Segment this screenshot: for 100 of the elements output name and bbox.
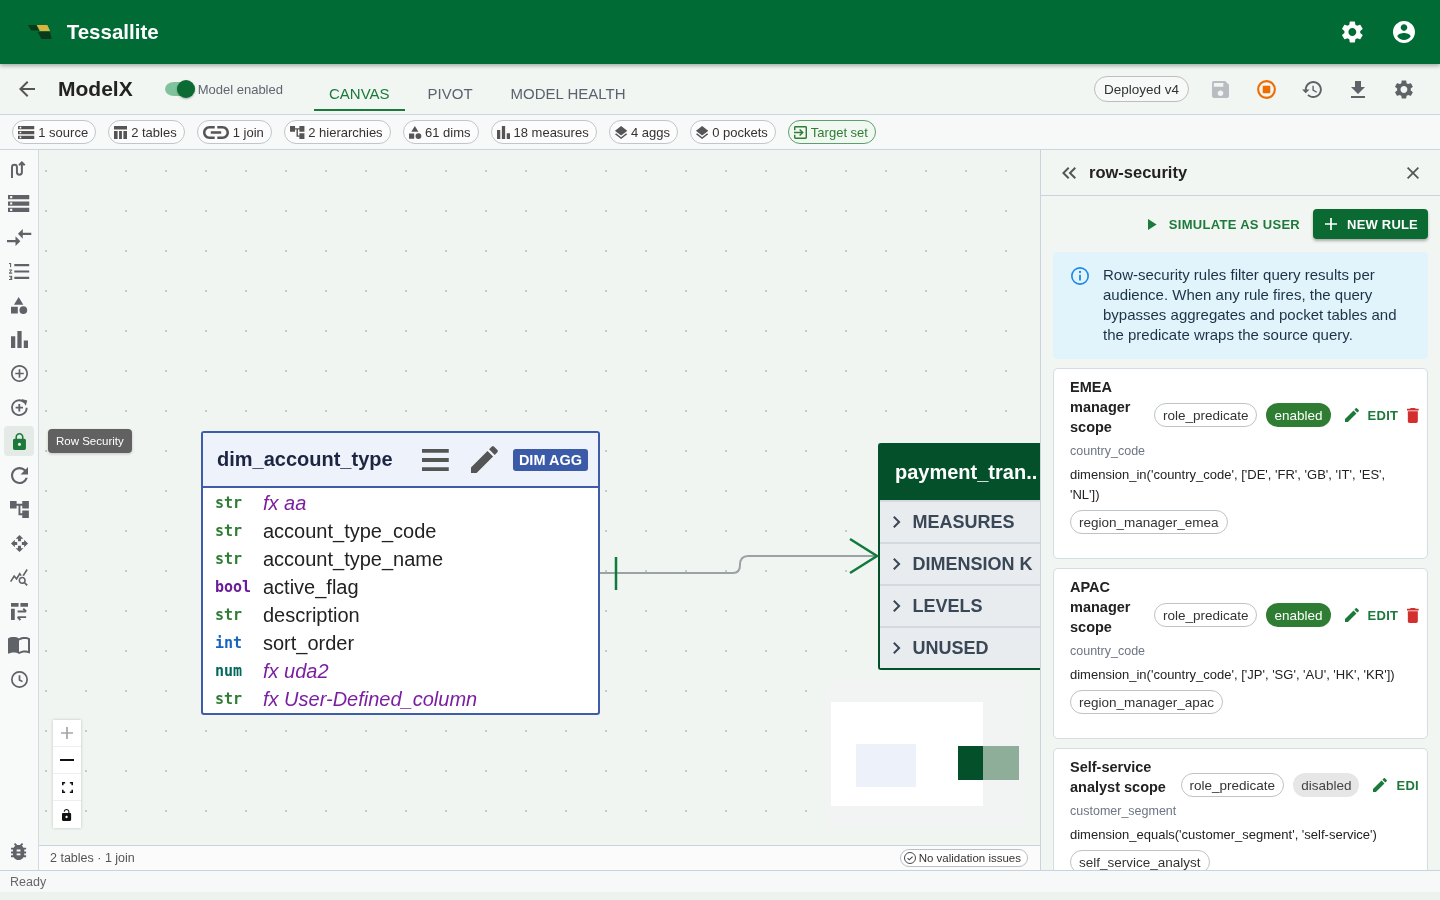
logo-icon [28, 25, 52, 39]
rule-dimension: country_code [1070, 443, 1147, 460]
column-type: int [215, 634, 244, 652]
column-name: fx aa [263, 491, 307, 515]
pencil-icon [1344, 408, 1359, 422]
tab[interactable]: MODEL HEALTH [495, 64, 641, 111]
close-icon[interactable] [1407, 166, 1419, 179]
pencil-icon[interactable] [470, 446, 498, 473]
summary-chip[interactable]: 2 hierarchies [283, 120, 391, 144]
plus-icon [1325, 218, 1338, 230]
route-icon [11, 160, 27, 178]
edit-button[interactable]: EDI [1368, 777, 1419, 793]
node-title: dim_account_type [217, 448, 394, 471]
rule-name: APAC manager scope [1070, 578, 1132, 637]
deploy-status-chip: Deployed v4 [1093, 76, 1189, 102]
clock-icon [10, 670, 28, 688]
edit-button[interactable]: EDIT [1339, 607, 1399, 623]
info-icon [1071, 267, 1089, 285]
hierarchy-icon [289, 125, 305, 139]
column-type: bool [215, 578, 253, 596]
back-arrow-icon[interactable] [19, 81, 35, 97]
collapse-icon[interactable] [1062, 166, 1076, 179]
rule-type-chip: role_predicate [1153, 603, 1258, 627]
rule-predicate: dimension_in('country_code', ['DE', 'FR', 'GB', 'IT', 'ES', 'NL']) [1070, 466, 1387, 504]
corners-icon [61, 781, 73, 793]
check-circle-icon [903, 852, 916, 864]
column-name: description [263, 603, 360, 627]
column-name: active_flag [263, 575, 359, 599]
column-name: fx uda2 [263, 659, 329, 683]
status-chip: enabled [1266, 603, 1331, 627]
book-icon [8, 636, 30, 654]
lock-button[interactable] [53, 801, 81, 828]
pencil-icon [1344, 608, 1359, 622]
summary-chip[interactable]: 61 dims [402, 120, 479, 144]
summary-chip[interactable]: 1 join [196, 120, 272, 144]
summary-chip[interactable]: 4 aggs [608, 120, 678, 144]
shapes-icon [10, 296, 28, 314]
summary-chip[interactable]: 0 pockets [689, 120, 776, 144]
unlock-icon [62, 808, 72, 821]
tab[interactable]: CANVAS [313, 64, 405, 111]
app-title: Tessallite [66, 20, 159, 44]
model-toggle[interactable] [164, 80, 195, 98]
validation-chip[interactable]: No validation issues [899, 849, 1028, 867]
sidebar-button[interactable] [4, 426, 34, 456]
rule-dimension: country_code [1070, 643, 1147, 660]
column-type: str [215, 550, 244, 568]
fit-view-button[interactable] [53, 774, 81, 801]
summary-chip[interactable]: 2 tables [108, 120, 185, 144]
role-chip: region_manager_apac [1070, 690, 1224, 714]
canvas-summary: 2 tables · 1 join [50, 851, 135, 865]
tab[interactable]: PIVOT [412, 64, 488, 111]
link-icon [202, 125, 229, 139]
bar-chart-icon [10, 330, 28, 348]
zoom-out-button[interactable] [53, 747, 81, 774]
account-icon[interactable] [1393, 21, 1415, 43]
panel-title: row-security [1089, 163, 1189, 182]
column-name: account_type_code [263, 519, 437, 543]
stacked-rows-icon [18, 125, 35, 139]
menu-icon[interactable] [422, 448, 449, 471]
summary-chip[interactable]: 1 source [12, 120, 97, 144]
compare-arrows-icon [6, 228, 32, 246]
rule-type-chip: role_predicate [1180, 773, 1285, 797]
bug-icon[interactable] [11, 842, 27, 860]
settings-icon[interactable] [1342, 21, 1363, 43]
tooltip: Row Security [48, 429, 132, 453]
column-type: str [215, 690, 244, 708]
model-name: ModelX [58, 77, 133, 101]
bar-chart-icon [496, 125, 510, 139]
node-title: payment_tran.. [895, 461, 1038, 484]
lock-icon [12, 432, 26, 450]
play-icon [1148, 218, 1157, 230]
minus-icon [60, 759, 74, 761]
hierarchy-icon [9, 500, 29, 518]
plus-circle-arrow-icon [10, 398, 28, 416]
settings-icon[interactable] [1395, 79, 1413, 99]
simulate-button[interactable]: SIMULATE AS USER [1146, 216, 1301, 232]
status-chip: enabled [1266, 403, 1331, 427]
new-rule-button[interactable]: NEW RULE [1313, 209, 1428, 239]
stop-icon[interactable] [1256, 79, 1276, 99]
rule-name: Self-service analyst scope [1070, 758, 1167, 797]
info-text: Row-security rules filter query results per audience. When any rule fires, the query bypasses aggregates and pocket tables and the predicate wraps the source query. [1103, 265, 1398, 345]
column-name: fx User-Defined_column [263, 687, 478, 711]
column-type: str [215, 522, 244, 540]
toggle-label: Model enabled [197, 81, 283, 97]
status-text: Ready [10, 874, 47, 889]
column-type: str [215, 494, 244, 512]
trash-icon[interactable] [1407, 607, 1419, 623]
column-type: str [215, 606, 244, 624]
rule-name: EMEA manager scope [1070, 378, 1132, 437]
history-icon[interactable] [1302, 80, 1322, 98]
summary-chip[interactable]: 18 measures [490, 120, 597, 144]
download-icon[interactable] [1351, 80, 1365, 98]
refresh-icon [10, 466, 28, 484]
table-icon [114, 125, 128, 139]
node-section[interactable]: UNUSED [880, 626, 1040, 668]
summary-chip[interactable]: Target set [787, 120, 876, 144]
layers-icon [695, 125, 709, 139]
edit-button[interactable]: EDIT [1339, 407, 1399, 423]
numbered-list-icon [8, 262, 30, 280]
trash-icon[interactable] [1407, 407, 1419, 423]
